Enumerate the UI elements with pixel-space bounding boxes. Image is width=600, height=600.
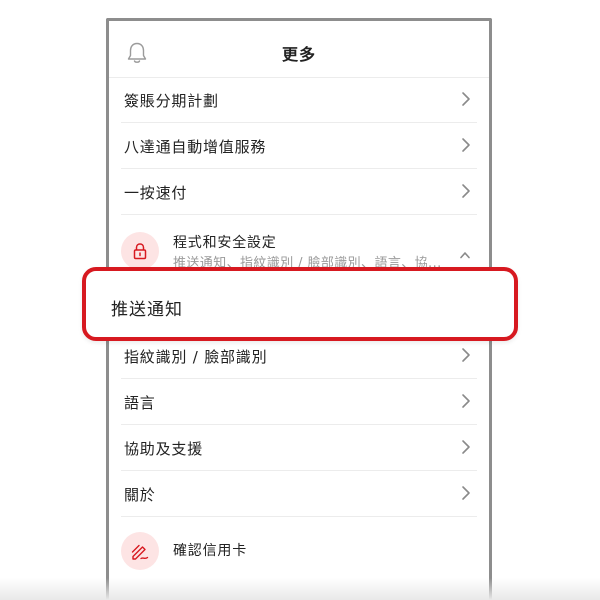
menu-item-label: 指紋識別 / 臉部識別 [124,348,268,366]
chevron-right-icon [461,347,471,363]
chevron-right-icon [461,485,471,501]
chevron-right-icon [461,91,471,107]
chevron-right-icon [461,439,471,455]
chevron-up-icon[interactable] [459,244,471,259]
menu-item-label: 關於 [124,486,156,504]
menu-item-quick-pay[interactable]: 一按速付 [121,169,477,215]
push-notification-label: 推送通知 [111,300,183,320]
card-item-label: 確認信用卡 [173,543,247,559]
menu-item-label: 八達通自動增值服務 [124,138,267,156]
chevron-right-icon [461,183,471,199]
menu-item-label: 協助及支援 [124,440,204,458]
menu-item-language[interactable]: 語言 [121,379,477,425]
app-header: 更多 [109,21,489,78]
menu-item-octopus-reload[interactable]: 八達通自動增值服務 [121,123,477,169]
menu-item-label: 簽賬分期計劃 [124,92,219,110]
menu-item-installment-plan[interactable]: 簽賬分期計劃 [121,77,477,123]
chevron-right-icon [461,393,471,409]
menu-item-about[interactable]: 關於 [121,471,477,517]
lock-icon [121,232,159,270]
card-confirm-icon [121,532,159,570]
menu-item-label: 一按速付 [124,184,188,202]
highlighted-push-notification-item[interactable]: 推送通知 [82,267,518,341]
menu-item-label: 語言 [124,394,156,412]
page-title: 更多 [281,45,316,64]
bottom-shadow [0,578,600,600]
menu-item-confirm-credit-card[interactable]: 確認信用卡 [121,516,477,586]
chevron-right-icon [461,137,471,153]
menu-item-help-support[interactable]: 協助及支援 [121,425,477,471]
screen: 更多 簽賬分期計劃 八達通自動增值服務 一按速付 程式和安全設定 推送通知、指紋… [0,0,600,600]
section-title: 程式和安全設定 [173,235,277,251]
